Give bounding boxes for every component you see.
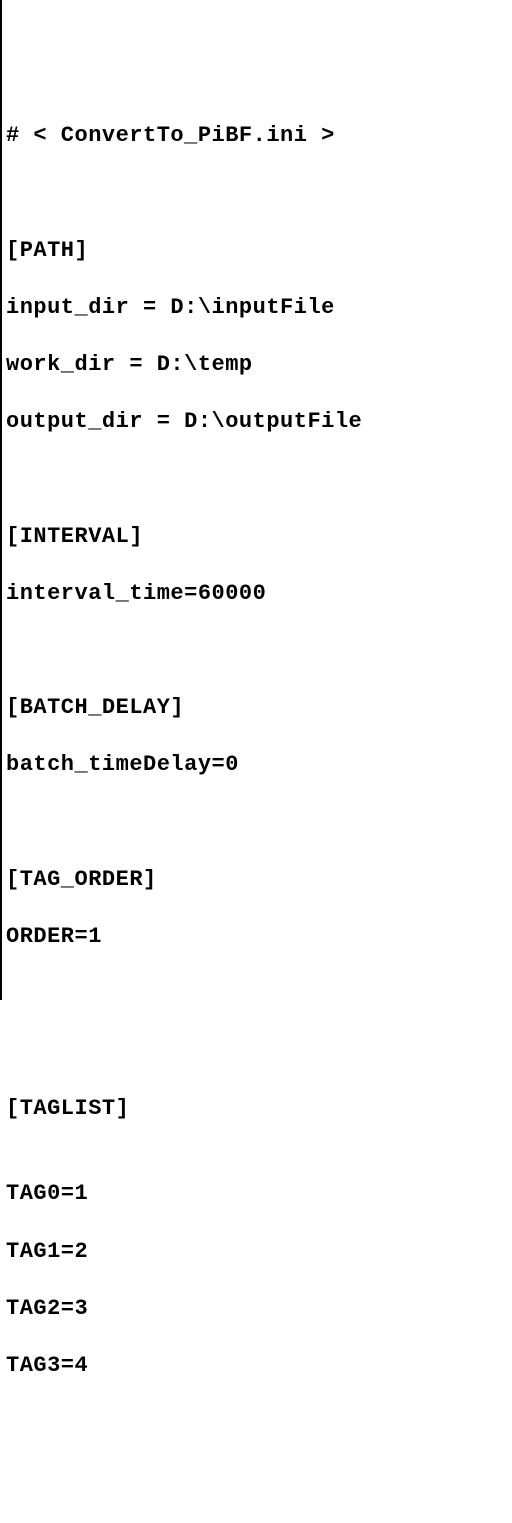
section-tag-order-title: [TAG_ORDER] [6,866,508,895]
path-input-dir: input_dir = D:\inputFile [6,294,508,323]
section-taglist-title: [TAGLIST] [6,1095,508,1124]
taglist-tag3: TAG3=4 [6,1352,508,1381]
section-path-title: [PATH] [6,237,508,266]
batch-time-delay: batch_timeDelay=0 [6,751,508,780]
tag-order-value: ORDER=1 [6,923,508,952]
section-interval-title: [INTERVAL] [6,523,508,552]
taglist-tag1: TAG1=2 [6,1238,508,1267]
interval-time: interval_time=60000 [6,580,508,609]
section-batch-delay-title: [BATCH_DELAY] [6,694,508,723]
taglist-tag0: TAG0=1 [6,1180,508,1209]
path-output-dir: output_dir = D:\outputFile [6,408,508,437]
taglist-tag2: TAG2=3 [6,1295,508,1324]
path-work-dir: work_dir = D:\temp [6,351,508,380]
file-header: # < ConvertTo_PiBF.ini > [6,122,508,151]
